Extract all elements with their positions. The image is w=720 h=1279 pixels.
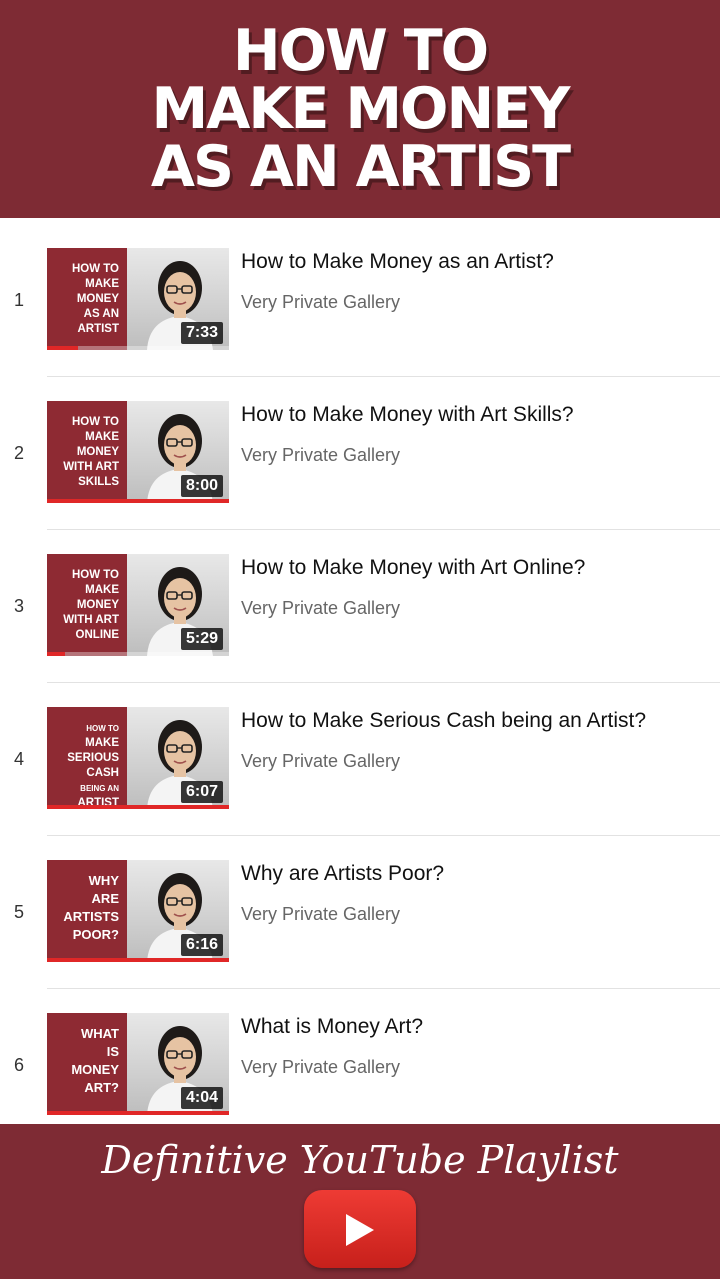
playlist-item-index: 5 [13,902,24,922]
playlist-item[interactable]: 4 HOW TO MAKE SERIOUS CASH BEING AN ARTIST 6:07… [0,683,720,836]
play-icon [346,1214,374,1246]
video-title[interactable]: How to Make Money with Art Skills? [241,403,716,427]
duration-badge: 6:16 [180,934,223,956]
footer-banner: Definitive YouTube Playlist [0,1124,720,1279]
thumbnail-title-line: MAKE [85,431,119,443]
duration-badge: 4:04 [180,1087,223,1109]
thumbnail-title-line: MONEY [76,293,119,305]
watch-progress-bar [47,805,229,809]
channel-name[interactable]: Very Private Gallery [241,445,400,466]
duration-badge: 7:33 [180,322,223,344]
footer-label: Definitive YouTube Playlist [101,1138,619,1182]
duration-badge: 6:07 [180,781,223,803]
playlist: 1 HOW TO MAKE MONEY AS AN ARTIST 7:33 How to Ma… [0,224,720,1142]
watch-progress-bar [47,346,78,350]
video-thumbnail[interactable]: WHY ARE ARTISTS POOR? 6:16 [47,860,229,962]
channel-name[interactable]: Very Private Gallery [241,598,400,619]
playlist-item-index: 1 [13,290,24,310]
video-title[interactable]: How to Make Money as an Artist? [241,250,716,274]
video-thumbnail[interactable]: HOW TO MAKE MONEY AS AN ARTIST 7:33 [47,248,229,350]
thumbnail-title-line: MONEY [76,446,119,458]
watch-progress-bar [47,499,229,503]
playlist-item[interactable]: 3 HOW TO MAKE MONEY WITH ART ONLINE 5:29 How to… [0,530,720,683]
video-title[interactable]: Why are Artists Poor? [241,862,716,886]
thumbnail-title-line: ART? [84,1080,119,1095]
thumbnail-title-line: MAKE [85,737,119,749]
header-title-line-3: AS AN ARTIST [150,134,571,200]
thumbnail-title-line: ONLINE [75,629,119,641]
thumbnail-title-panel: HOW TO MAKE MONEY WITH ART SKILLS [47,401,127,503]
playlist-item-index: 3 [13,596,24,616]
youtube-play-button[interactable] [304,1190,416,1268]
thumbnail-title-line: WITH ART [63,461,119,473]
video-title[interactable]: How to Make Serious Cash being an Artist… [241,709,716,733]
channel-name[interactable]: Very Private Gallery [241,292,400,313]
playlist-item-index: 2 [13,443,24,463]
thumbnail-title-panel: HOW TO MAKE MONEY AS AN ARTIST [47,248,127,350]
video-thumbnail[interactable]: HOW TO MAKE MONEY WITH ART SKILLS 8:00 [47,401,229,503]
playlist-item[interactable]: 6 WHAT IS MONEY ART? 4:04 What is Money Art? Ve… [0,989,720,1142]
thumbnail-title-line: HOW TO [71,569,119,581]
duration-badge: 5:29 [180,628,223,650]
thumbnail-title-panel: HOW TO MAKE MONEY WITH ART ONLINE [47,554,127,656]
thumbnail-title-line: MAKE [85,584,119,596]
header-banner: HOW TO MAKE MONEY AS AN ARTIST [0,0,720,218]
thumbnail-title-line: WHY [88,873,119,888]
header-title-line-2: MAKE MONEY [151,76,571,142]
thumbnail-title-line: MONEY [76,599,119,611]
progress-track [47,652,229,656]
thumbnail-title-panel: WHY ARE ARTISTS POOR? [47,860,127,962]
thumbnail-title-line: HOW TO [71,416,119,428]
thumbnail-title-line: WHAT [80,1026,119,1041]
duration-badge: 8:00 [180,475,223,497]
thumbnail-title-line: AS AN [83,308,119,320]
thumbnail-title-panel: WHAT IS MONEY ART? [47,1013,127,1115]
channel-name[interactable]: Very Private Gallery [241,904,400,925]
playlist-item-index: 4 [13,749,24,769]
thumbnail-title-line: ARTIST [77,323,119,335]
video-title[interactable]: How to Make Money with Art Online? [241,556,716,580]
thumbnail-title-line: MONEY [71,1062,119,1077]
thumbnail-title-line: IS [106,1044,119,1059]
thumbnail-title-line: POOR? [72,927,119,942]
thumbnail-title-line: SKILLS [78,476,119,488]
video-thumbnail[interactable]: HOW TO MAKE MONEY WITH ART ONLINE 5:29 [47,554,229,656]
thumbnail-title-line: HOW TO [71,263,119,275]
thumbnail-title-line: HOW TO [86,724,119,733]
thumbnail-title-line: WITH ART [63,614,119,626]
playlist-item-index: 6 [13,1055,24,1075]
thumbnail-title-line: CASH [86,767,119,779]
watch-progress-bar [47,652,65,656]
watch-progress-bar [47,958,229,962]
header-title-line-1: HOW TO [232,18,489,84]
video-thumbnail[interactable]: HOW TO MAKE SERIOUS CASH BEING AN ARTIST 6:07 [47,707,229,809]
thumbnail-title-line: MAKE [85,278,119,290]
video-title[interactable]: What is Money Art? [241,1015,716,1039]
channel-name[interactable]: Very Private Gallery [241,1057,400,1078]
thumbnail-title-line: SERIOUS [67,752,119,764]
playlist-item[interactable]: 2 HOW TO MAKE MONEY WITH ART SKILLS 8:00 How to… [0,377,720,530]
channel-name[interactable]: Very Private Gallery [241,751,400,772]
thumbnail-title-line: ARE [91,891,119,906]
thumbnail-title-panel: HOW TO MAKE SERIOUS CASH BEING AN ARTIST [47,707,127,809]
playlist-item[interactable]: 5 WHY ARE ARTISTS POOR? 6:16 Why are Artists P… [0,836,720,989]
video-thumbnail[interactable]: WHAT IS MONEY ART? 4:04 [47,1013,229,1115]
thumbnail-title-line: ARTISTS [63,909,119,924]
thumbnail-title-line: BEING AN [80,784,119,793]
playlist-item[interactable]: 1 HOW TO MAKE MONEY AS AN ARTIST 7:33 How to Ma… [0,224,720,377]
watch-progress-bar [47,1111,229,1115]
